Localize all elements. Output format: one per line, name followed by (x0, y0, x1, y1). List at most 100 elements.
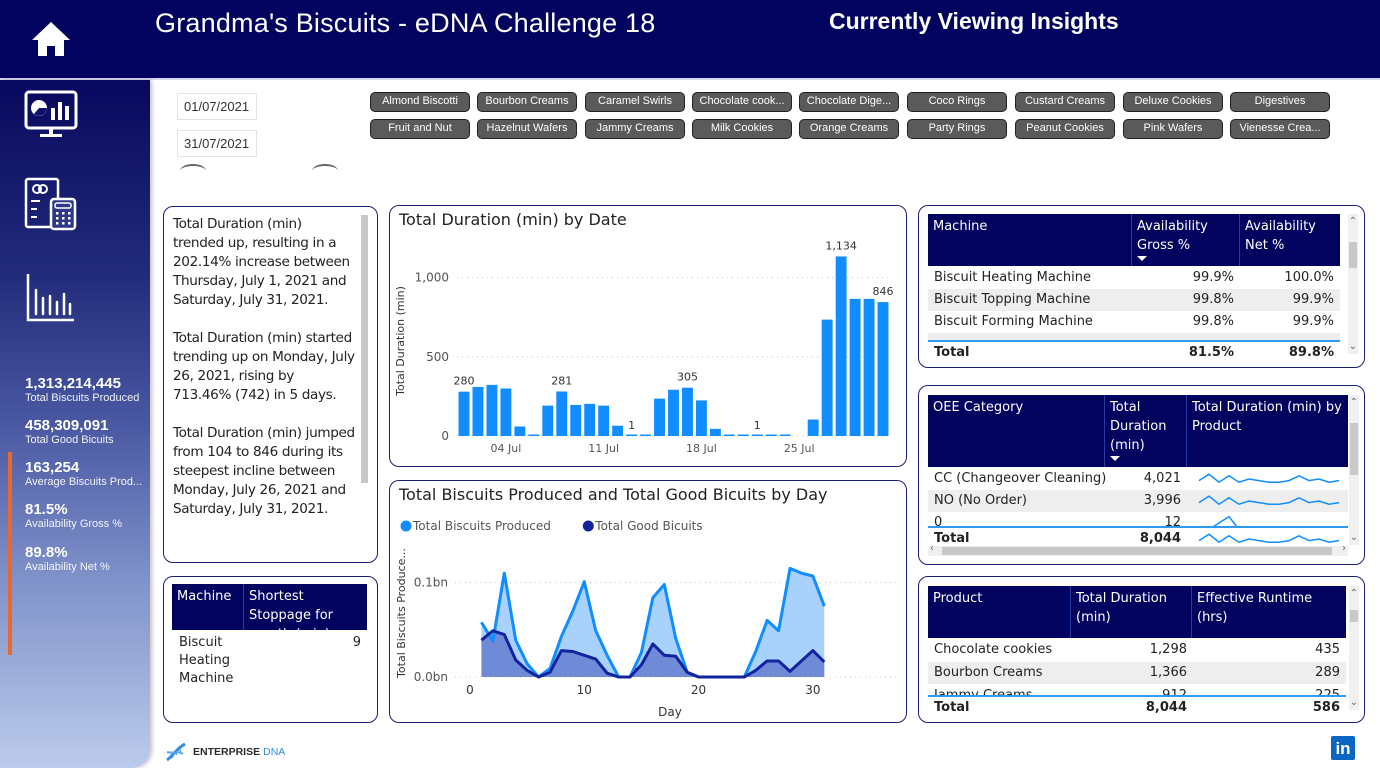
product-filter-button[interactable]: Fruit and Nut (370, 119, 470, 139)
product-filter-button[interactable]: Custard Creams (1015, 92, 1115, 112)
bar[interactable] (612, 425, 624, 436)
column-header-oee-category[interactable]: OEE Category (928, 395, 1105, 467)
oee-horizontal-scrollbar[interactable]: ‹ › (928, 543, 1348, 556)
document-calculator-icon[interactable] (22, 175, 80, 233)
bar[interactable] (751, 434, 763, 437)
bar[interactable] (528, 434, 540, 437)
bar[interactable] (821, 319, 833, 436)
product-filter-button[interactable]: Jammy Creams (585, 119, 685, 139)
bar[interactable] (709, 428, 721, 436)
table-row[interactable]: 0 12 (928, 512, 1348, 526)
product-filter-button[interactable]: Coco Rings (907, 92, 1007, 112)
date-slider-end-handle[interactable] (312, 164, 338, 178)
bar[interactable] (877, 302, 889, 436)
product-filter-button[interactable]: Chocolate cook... (692, 92, 792, 112)
oee-table-scrollbar[interactable]: ⌃ ⌄ (1349, 395, 1359, 545)
scroll-up-icon[interactable]: ⌃ (1349, 588, 1359, 599)
column-header-shortest-stoppage[interactable]: Shortest Stoppage for month (min) (244, 584, 367, 650)
column-header-total-duration[interactable]: Total Duration (min) (1071, 586, 1192, 638)
scroll-right-icon[interactable]: › (1342, 543, 1346, 554)
product-filter-button[interactable]: Milk Cookies (692, 119, 792, 139)
x-tick-label: 10 (577, 683, 592, 697)
linkedin-icon[interactable]: in (1331, 736, 1355, 760)
total-availability-net: 89.8% (1288, 345, 1334, 360)
bar[interactable] (668, 389, 679, 436)
product-filter-button[interactable]: Vienesse Crea... (1230, 119, 1330, 139)
bar[interactable] (835, 256, 847, 436)
product-filter-button[interactable]: Caramel Swirls (585, 92, 685, 112)
bar-chart-icon[interactable] (22, 270, 80, 328)
bar[interactable] (626, 434, 638, 437)
bar[interactable] (807, 419, 819, 436)
start-date-input[interactable]: 01/07/2021 (177, 93, 257, 120)
column-header-total-duration[interactable]: Total Duration (min) (1105, 395, 1187, 467)
table-row[interactable]: Biscuit Heating Machine 99.9% 100.0% (928, 267, 1340, 289)
table-row[interactable]: Bourbon Creams 1,366 289 (928, 662, 1346, 684)
scroll-down-icon[interactable]: ⌄ (1349, 697, 1359, 708)
product-filter-button[interactable]: Orange Creams (799, 119, 899, 139)
scrollbar-thumb[interactable] (1350, 610, 1358, 622)
product-filter-button[interactable]: Deluxe Cookies (1123, 92, 1223, 112)
bar[interactable] (542, 405, 554, 436)
column-header-machine[interactable]: Machine (928, 214, 1132, 266)
bar[interactable] (640, 434, 652, 437)
total-effective-runtime: 586 (1312, 700, 1340, 715)
scroll-down-icon[interactable]: ⌄ (1349, 532, 1359, 543)
scrollbar-thumb[interactable] (1350, 423, 1358, 475)
scroll-up-icon[interactable]: ⌃ (1348, 216, 1358, 227)
product-filter-button[interactable]: Peanut Cookies (1015, 119, 1115, 139)
column-header-effective-runtime[interactable]: Effective Runtime (hrs) (1192, 586, 1346, 651)
date-slider-start-handle[interactable] (180, 164, 206, 178)
bar[interactable] (556, 391, 568, 436)
table-row[interactable]: Chocolate cookies 1,298 435 (928, 639, 1346, 661)
availability-table-scrollbar[interactable]: ⌃ ⌄ (1348, 214, 1358, 354)
bar[interactable] (458, 391, 470, 436)
bar[interactable] (695, 400, 707, 436)
monitor-chart-icon[interactable] (22, 88, 80, 146)
bar[interactable] (765, 434, 777, 437)
bar[interactable] (654, 398, 665, 436)
scrollbar-thumb[interactable] (942, 547, 1332, 555)
product-filter-button[interactable]: Pink Wafers (1123, 119, 1223, 139)
product-filter-button[interactable]: Chocolate Dige... (799, 92, 899, 112)
bar[interactable] (779, 434, 791, 437)
narrative-scrollbar[interactable] (361, 215, 368, 483)
bar[interactable] (500, 388, 512, 437)
scroll-up-icon[interactable]: ⌃ (1349, 397, 1359, 408)
column-header-availability-gross[interactable]: Availability Gross % (1132, 214, 1240, 266)
bar[interactable] (472, 386, 484, 436)
bar[interactable] (514, 426, 526, 437)
bar[interactable] (849, 298, 861, 436)
bar[interactable] (737, 434, 749, 437)
table-row[interactable]: NO (No Order) 3,996 (928, 490, 1348, 512)
bar[interactable] (682, 387, 693, 436)
legend-label[interactable]: Total Biscuits Produced (412, 519, 551, 533)
table-row[interactable]: CC (Changeover Cleaning) 4,021 (928, 468, 1348, 490)
scroll-left-icon[interactable]: ‹ (930, 543, 934, 554)
column-header-machine[interactable]: Machine (172, 584, 244, 630)
legend-label[interactable]: Total Good Bicuits (594, 519, 702, 533)
scrollbar-thumb[interactable] (1349, 242, 1357, 268)
home-icon[interactable] (30, 20, 72, 58)
product-filter-button[interactable]: Almond Biscotti (370, 92, 470, 112)
bar[interactable] (723, 434, 735, 437)
bar[interactable] (598, 405, 610, 436)
bar[interactable] (863, 298, 875, 436)
bar[interactable] (584, 403, 596, 436)
column-header-availability-net[interactable]: Availability Net % (1240, 214, 1340, 266)
product-table-scrollbar[interactable]: ⌃ ⌄ (1349, 586, 1359, 710)
column-header-duration-by-product[interactable]: Total Duration (min) by Product (1187, 395, 1348, 467)
end-date-input[interactable]: 31/07/2021 (177, 130, 257, 157)
column-header-product[interactable]: Product (928, 586, 1071, 638)
product-filter-button[interactable]: Bourbon Creams (477, 92, 577, 112)
scroll-down-icon[interactable]: ⌄ (1348, 341, 1358, 352)
header-label: OEE Category (933, 400, 1024, 415)
kpi-value: 89.8% (25, 544, 68, 561)
bar[interactable] (486, 384, 498, 436)
product-filter-button[interactable]: Party Rings (907, 119, 1007, 139)
bar[interactable] (570, 404, 582, 436)
product-filter-button[interactable]: Hazelnut Wafers (477, 119, 577, 139)
product-filter-button[interactable]: Digestives (1230, 92, 1330, 112)
table-row[interactable]: Biscuit Forming Machine 99.8% 99.9% (928, 311, 1340, 333)
table-row[interactable]: Biscuit Topping Machine 99.8% 99.9% (928, 289, 1340, 311)
